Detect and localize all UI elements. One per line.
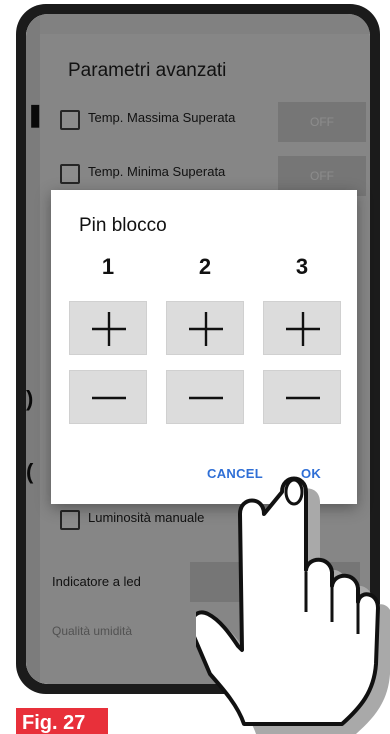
pin-digit-3: 3 [295,254,309,279]
plus-icon [189,312,223,346]
pin-lock-dialog: Pin blocco 1 2 3 CANCEL OK [51,190,357,504]
pin-digit-1: 1 [101,254,115,279]
minus-icon [92,396,126,400]
plus-icon [286,312,320,346]
minus-icon [286,396,320,400]
digit-2-decrement-button[interactable] [166,370,244,424]
plus-icon [92,312,126,346]
pointing-hand-icon [196,476,390,734]
digit-3-decrement-button[interactable] [263,370,341,424]
figure-label: Fig. 27 [16,708,108,734]
digit-2-increment-button[interactable] [166,301,244,355]
digit-1-increment-button[interactable] [69,301,147,355]
dialog-title: Pin blocco [79,215,167,236]
minus-icon [189,396,223,400]
digit-3-increment-button[interactable] [263,301,341,355]
pin-digit-2: 2 [198,254,212,279]
figure-stage: ❚ ) ( Parametri avanzati Temp. Massima S… [0,0,390,734]
digit-1-decrement-button[interactable] [69,370,147,424]
